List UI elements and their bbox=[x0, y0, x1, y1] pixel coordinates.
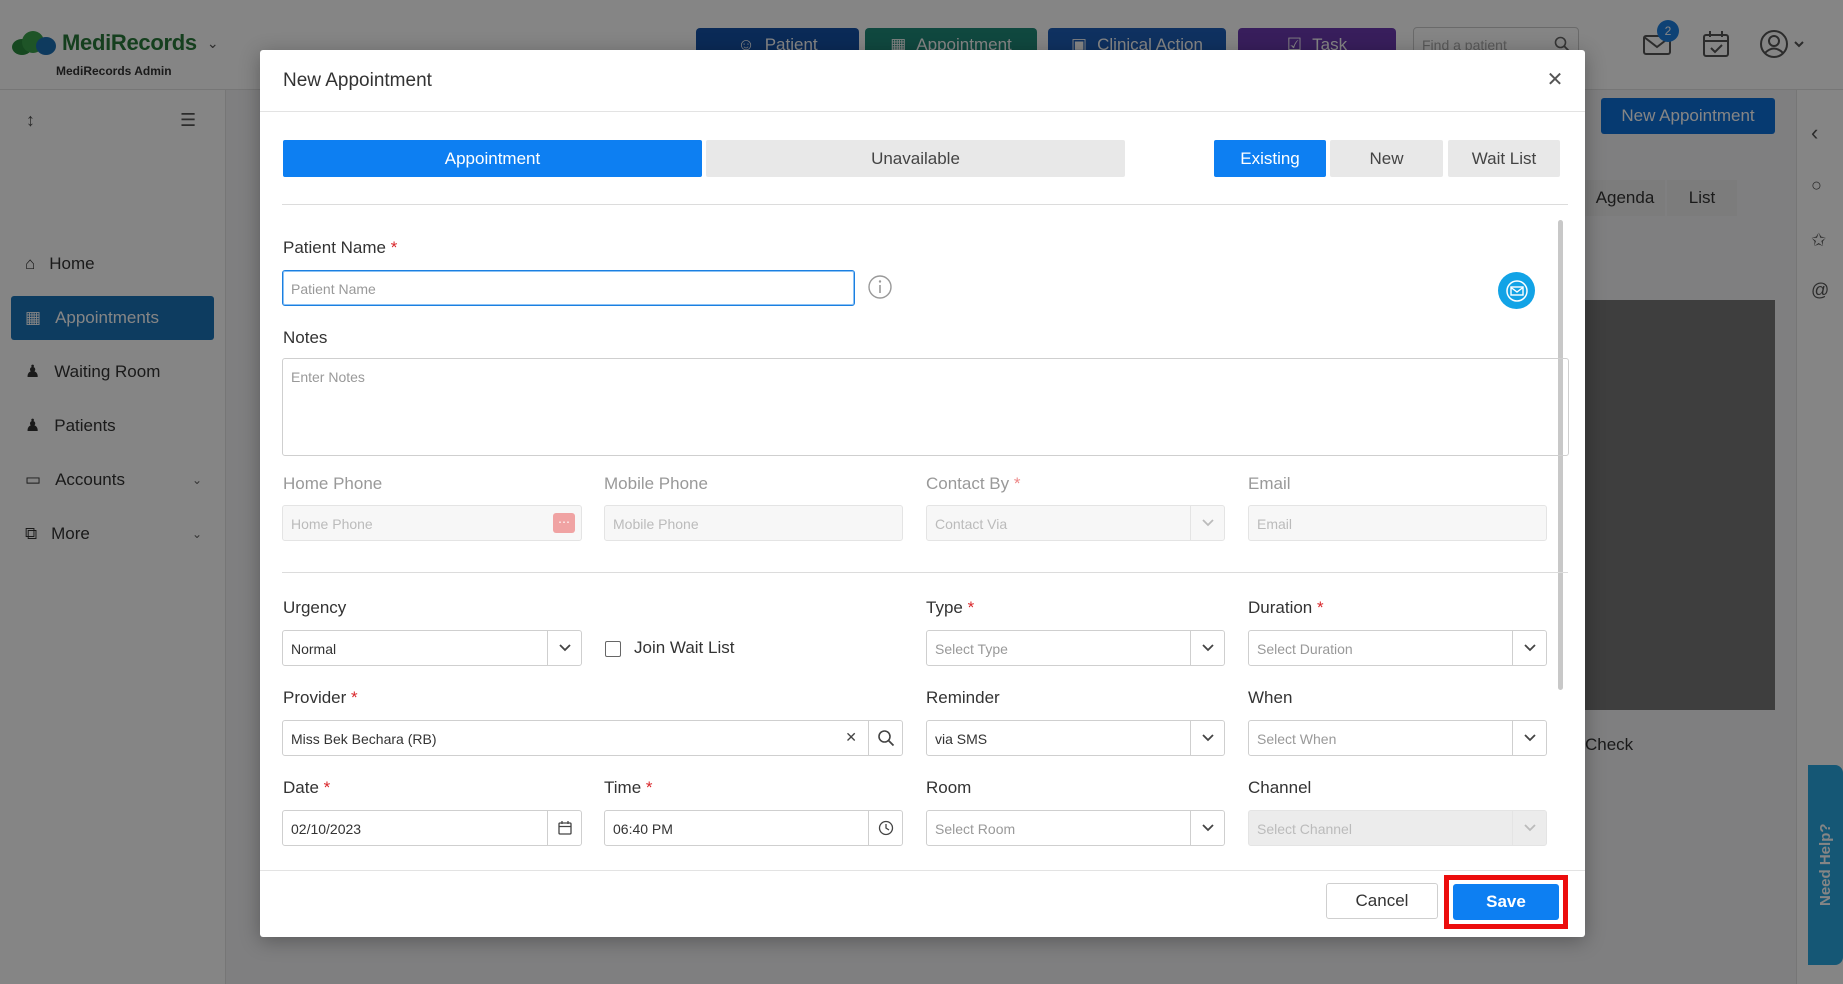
email-label: Email bbox=[1248, 474, 1291, 493]
tab-unavailable[interactable]: Unavailable bbox=[706, 140, 1125, 177]
mobile-phone-label: Mobile Phone bbox=[604, 474, 708, 493]
home-phone-input[interactable]: Home Phone ⋯ bbox=[282, 505, 582, 541]
tab-new[interactable]: New bbox=[1330, 140, 1443, 177]
tab-existing[interactable]: Existing bbox=[1214, 140, 1326, 177]
reminder-label: Reminder bbox=[926, 688, 1000, 707]
divider bbox=[282, 572, 1568, 573]
channel-label: Channel bbox=[1248, 778, 1312, 797]
mobile-phone-input[interactable]: Mobile Phone bbox=[604, 505, 903, 541]
time-label: Time * bbox=[604, 778, 653, 797]
email-input[interactable]: Email bbox=[1248, 505, 1547, 541]
tab-wait-list[interactable]: Wait List bbox=[1448, 140, 1560, 177]
room-select[interactable]: Select Room bbox=[926, 810, 1225, 846]
clear-icon[interactable]: ✕ bbox=[845, 729, 857, 746]
date-label: Date * bbox=[283, 778, 331, 797]
duration-select[interactable]: Select Duration bbox=[1248, 630, 1547, 666]
tab-appointment[interactable]: Appointment bbox=[283, 140, 702, 177]
when-select[interactable]: Select When bbox=[1248, 720, 1547, 756]
search-icon[interactable] bbox=[868, 721, 902, 755]
contact-by-label: Contact By * bbox=[926, 474, 1021, 493]
calendar-icon[interactable] bbox=[547, 811, 581, 845]
room-label: Room bbox=[926, 778, 972, 797]
chevron-down-icon bbox=[1190, 721, 1224, 755]
modal-title: New Appointment bbox=[283, 70, 432, 91]
home-phone-label: Home Phone bbox=[283, 474, 383, 493]
new-appointment-modal: New Appointment ✕ Appointment Unavailabl… bbox=[260, 50, 1585, 937]
provider-label: Provider * bbox=[283, 688, 358, 707]
duration-label: Duration * bbox=[1248, 598, 1324, 617]
when-label: When bbox=[1248, 688, 1293, 707]
email-circle-icon[interactable] bbox=[1498, 272, 1535, 309]
notes-label: Notes bbox=[283, 328, 328, 347]
divider bbox=[282, 204, 1568, 205]
info-icon[interactable] bbox=[867, 274, 893, 305]
modal-header: New Appointment ✕ bbox=[260, 50, 1585, 112]
date-input[interactable]: 02/10/2023 bbox=[282, 810, 582, 846]
chevron-down-icon bbox=[1512, 721, 1546, 755]
clock-icon[interactable] bbox=[868, 811, 902, 845]
patient-name-label: Patient Name * bbox=[283, 238, 398, 257]
time-input[interactable]: 06:40 PM bbox=[604, 810, 903, 846]
join-wait-list-checkbox[interactable] bbox=[605, 641, 621, 657]
chevron-down-icon bbox=[1190, 631, 1224, 665]
type-label: Type * bbox=[926, 598, 975, 617]
channel-select[interactable]: Select Channel bbox=[1248, 810, 1547, 846]
cancel-button[interactable]: Cancel bbox=[1326, 883, 1438, 919]
save-button[interactable]: Save bbox=[1453, 884, 1559, 920]
reminder-select[interactable]: via SMS bbox=[926, 720, 1225, 756]
chevron-down-icon bbox=[1190, 811, 1224, 845]
close-icon[interactable]: ✕ bbox=[1543, 68, 1567, 92]
provider-input[interactable]: Miss Bek Bechara (RB) ✕ bbox=[282, 720, 903, 756]
urgency-label: Urgency bbox=[283, 598, 347, 617]
chevron-down-icon bbox=[1512, 811, 1546, 845]
urgency-select[interactable]: Normal bbox=[282, 630, 582, 666]
more-options-icon[interactable]: ⋯ bbox=[553, 513, 575, 533]
type-select[interactable]: Select Type bbox=[926, 630, 1225, 666]
notes-textarea[interactable]: Enter Notes bbox=[282, 358, 1569, 456]
contact-by-select[interactable]: Contact Via bbox=[926, 505, 1225, 541]
chevron-down-icon bbox=[547, 631, 581, 665]
chevron-down-icon bbox=[1512, 631, 1546, 665]
join-wait-list-label[interactable]: Join Wait List bbox=[634, 638, 734, 658]
patient-name-input[interactable]: Patient Name bbox=[282, 270, 855, 306]
chevron-down-icon bbox=[1190, 506, 1224, 540]
